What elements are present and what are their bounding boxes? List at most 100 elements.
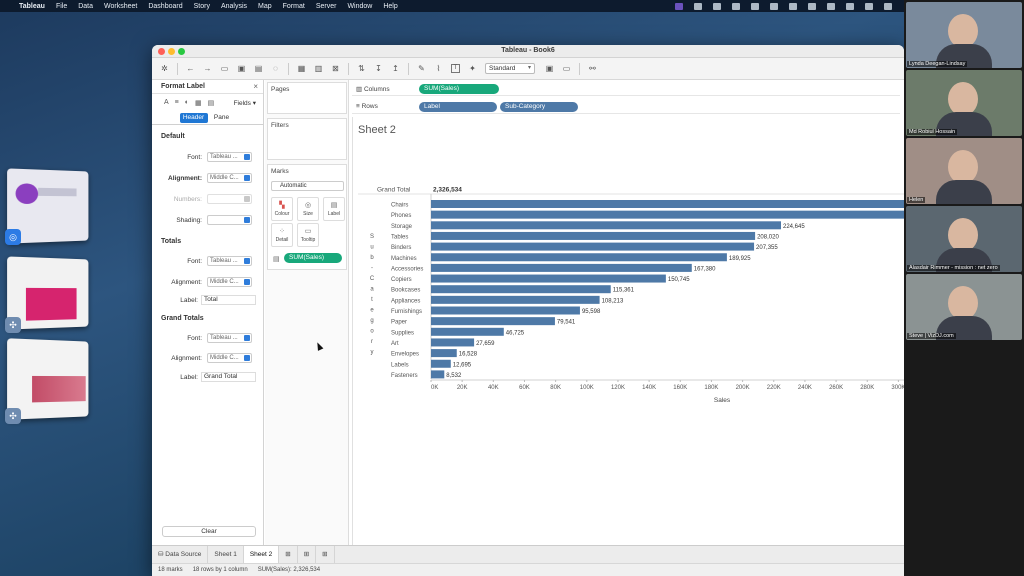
row-header-char: - [371,266,373,272]
bookmark-icon[interactable] [789,2,797,10]
totals-font-select[interactable]: Tableau ... [207,256,252,266]
moon-icon[interactable] [827,2,835,10]
presentation-icon[interactable]: ▭ [562,64,571,73]
participant-tile[interactable]: Md Robiul Hossain [906,70,1022,136]
safari-icon[interactable]: ◎ [5,229,21,245]
participant-tile[interactable]: Alasdair Rimmer - mission : net zero [906,206,1022,272]
replay-icon[interactable]: ▭ [220,64,229,73]
detail-button[interactable]: ⁘ Detail [271,223,293,247]
sort-asc-icon[interactable]: ↧ [374,64,383,73]
title-bar[interactable]: Tableau - Book6 [152,45,904,58]
bar [431,231,756,240]
pause-updates-icon[interactable]: ◌ [271,64,280,73]
fit-select[interactable]: Standard [485,63,535,74]
tab-pane[interactable]: Pane [208,113,236,123]
bluetooth-icon[interactable] [846,2,854,10]
row-header-char: o [370,329,374,335]
menu-server[interactable]: Server [316,3,337,10]
rows-label-pill[interactable]: Label [419,102,497,112]
grand-totals-alignment-select[interactable]: Middle C... [207,353,252,363]
menu-worksheet[interactable]: Worksheet [104,3,137,10]
tab-header[interactable]: Header [179,113,208,123]
participant-tile[interactable]: Steve | VizDJ.com [906,274,1022,340]
default-alignment-select[interactable]: Middle C... [207,173,252,183]
font-format-icon[interactable]: A [164,99,169,106]
default-font-select[interactable]: Tableau ... [207,152,252,162]
menu-dashboard[interactable]: Dashboard [148,3,182,10]
menu-story[interactable]: Story [194,3,210,10]
sort-desc-icon[interactable]: ↥ [391,64,400,73]
fields-dropdown[interactable]: Fields ▾ [234,99,256,107]
x-tick-label: 80K [550,385,561,391]
totals-alignment-select[interactable]: Middle C... [207,277,252,287]
menu-window[interactable]: Window [347,3,372,10]
menu-help[interactable]: Help [383,3,397,10]
tableau-icon-2[interactable]: ✣ [5,408,21,424]
battery-icon[interactable] [865,2,873,10]
new-worksheet-tab-icon[interactable]: ⊞ [279,546,298,563]
participant-tile[interactable]: Lynda Deegan-Lindsay [906,2,1022,68]
colour-button[interactable]: ▚ Colour [271,197,293,221]
tooltip-button[interactable]: ▭ Tooltip [297,223,319,247]
camera-icon[interactable] [713,2,721,10]
pages-card[interactable]: Pages [267,82,347,114]
menu-format[interactable]: Format [283,3,305,10]
default-shading-select[interactable] [207,215,252,225]
grand-totals-label-input[interactable]: Grand Total [201,372,256,382]
totals-label-input[interactable]: Total [201,295,256,305]
highlight-icon[interactable]: ✎ [417,64,426,73]
grand-totals-label-row: Label: Grand Total [152,372,264,384]
x-tick-label: 0K [431,385,438,391]
show-cards-icon[interactable]: ▣ [545,64,554,73]
save-icon[interactable]: ▣ [237,64,246,73]
columns-sum-sales-pill[interactable]: SUM(Sales) [419,84,499,94]
show-labels-icon[interactable]: T [451,64,460,73]
wifi-icon[interactable] [884,2,892,10]
stage-thumb-3[interactable] [7,338,89,420]
category-label: Machines [391,256,417,262]
screen-share-icon[interactable] [675,2,683,10]
participant-tile[interactable]: Helen [906,138,1022,204]
dropbox-icon[interactable] [751,2,759,10]
shading-format-icon[interactable]: ◐ [185,99,189,106]
menu-data[interactable]: Data [78,3,93,10]
cloud-icon[interactable] [732,2,740,10]
tableau-icon[interactable]: ✣ [5,317,21,333]
menu-file[interactable]: File [56,3,67,10]
tableau-logo-icon[interactable]: ✲ [160,64,169,73]
label-button[interactable]: ▤ Label [323,197,345,221]
size-button[interactable]: ◎ Size [297,197,319,221]
label-sum-sales-pill[interactable]: SUM(Sales) [284,253,342,263]
borders-format-icon[interactable]: ▦ [195,99,202,107]
tab-sheet-1[interactable]: Sheet 1 [208,546,244,563]
pin-icon[interactable]: ✦ [468,64,477,73]
undo-icon[interactable]: ← [186,64,195,73]
new-worksheet-icon[interactable]: ▦ [297,64,306,73]
share-icon[interactable]: ⚯ [588,64,597,73]
menu-map[interactable]: Map [258,3,272,10]
mark-type-select[interactable]: Automatic [271,181,344,191]
group-icon[interactable]: ⌇ [434,64,443,73]
notion-icon[interactable] [770,2,778,10]
redo-icon[interactable]: → [203,64,212,73]
duplicate-icon[interactable]: ▥ [314,64,323,73]
tab-sheet-2[interactable]: Sheet 2 [243,546,280,563]
alignment-format-icon[interactable]: ≡ [175,99,179,106]
new-dashboard-tab-icon[interactable]: ⊞ [298,546,317,563]
bar [431,317,555,326]
new-story-tab-icon[interactable]: ⊞ [316,546,335,563]
clear-button[interactable]: Clear [162,526,256,537]
tab-data-source[interactable]: ⛁ Data Source [152,546,209,563]
filters-card[interactable]: Filters [267,118,347,160]
close-icon[interactable]: × [253,82,258,91]
grand-totals-font-select[interactable]: Tableau ... [207,333,252,343]
rows-subcategory-pill[interactable]: Sub-Category [500,102,578,112]
menu-app[interactable]: Tableau [19,3,45,10]
clear-sheet-icon[interactable]: ⊠ [331,64,340,73]
lines-format-icon[interactable]: ▤ [208,99,215,107]
menu-analysis[interactable]: Analysis [221,3,247,10]
grid-icon[interactable] [808,2,816,10]
vpn-icon[interactable] [694,2,702,10]
swap-icon[interactable]: ⇅ [357,64,366,73]
new-data-source-icon[interactable]: ▤ [254,64,263,73]
